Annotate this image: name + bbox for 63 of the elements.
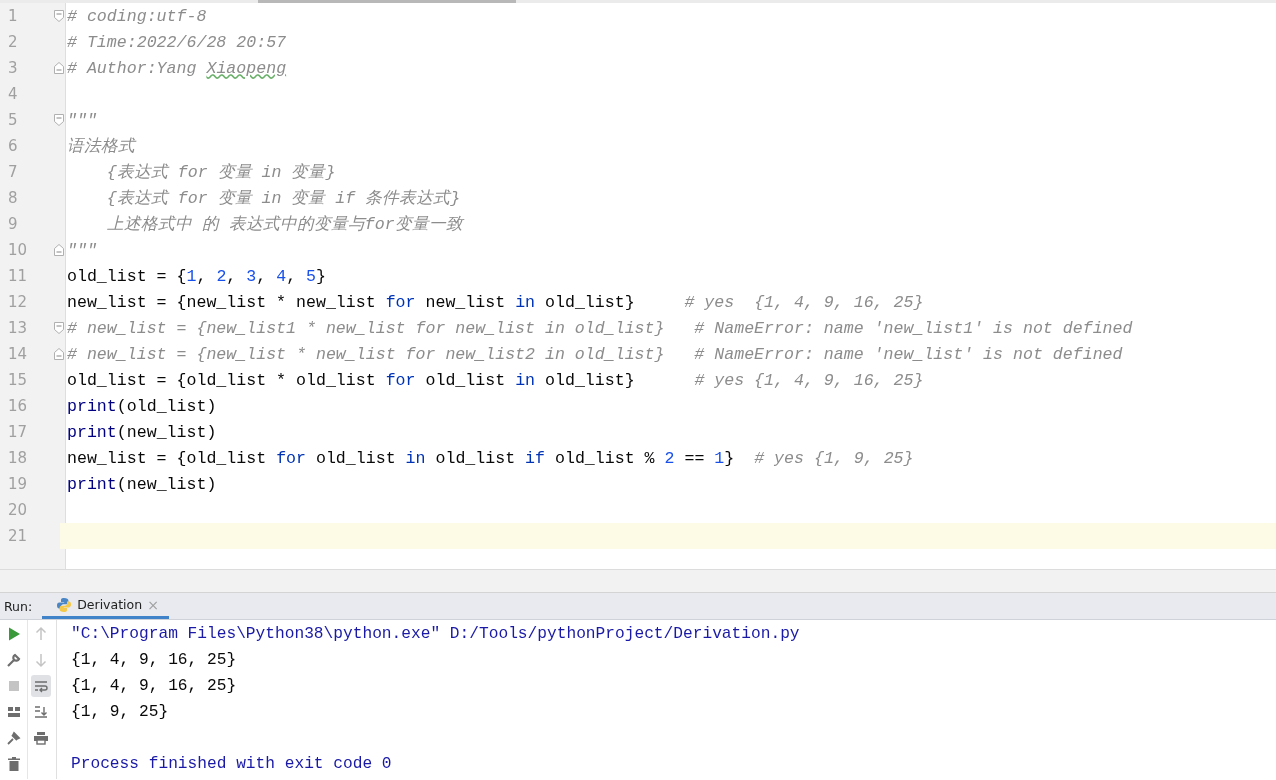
line-number: 14 <box>7 345 29 363</box>
pin-icon <box>5 730 22 746</box>
line-number: 9 <box>7 215 19 233</box>
console-line: {1, 4, 9, 16, 25} <box>71 650 238 671</box>
console-line: {1, 4, 9, 16, 25} <box>71 676 238 697</box>
printer-icon <box>33 730 49 746</box>
line-number: 4 <box>7 85 19 103</box>
wrench-icon <box>5 652 22 668</box>
line-number: 18 <box>7 449 29 467</box>
line-number: 12 <box>7 293 29 311</box>
code-line: {表达式 for 变量 in 变量 if 条件表达式} <box>105 188 461 209</box>
line-number: 15 <box>7 371 29 389</box>
line-number: 10 <box>7 241 29 259</box>
code-line: print(new_list) <box>67 474 217 494</box>
code-line: new_list = {new_list * new_list for new_list in old_list} # yes {1, 4, 9, 16, 25} <box>67 292 924 312</box>
line-number: 17 <box>7 423 29 441</box>
line-number: 2 <box>7 33 19 51</box>
line-number: 6 <box>7 137 19 155</box>
line-number: 3 <box>7 59 19 77</box>
code-line: # new_list = {new_list1 * new_list for new_list in old_list} # NameError: name 'new_list1' is not defined <box>67 318 1133 338</box>
code-line: new_list = {old_list for old_list in old_list if old_list % 2 == 1} # yes {1, 9, 25} <box>67 448 914 468</box>
console-line: {1, 9, 25} <box>71 702 170 723</box>
console-line: Process finished with exit code 0 <box>71 754 393 775</box>
run-tab[interactable]: Derivation × <box>42 593 169 619</box>
line-number: 19 <box>7 475 29 493</box>
line-number: 20 <box>7 501 29 519</box>
line-number: 11 <box>7 267 29 285</box>
fold-icon[interactable] <box>54 244 64 256</box>
code-line: {表达式 for 变量 in 变量} <box>105 162 336 183</box>
line-number: 16 <box>7 397 29 415</box>
code-line: 语法格式 <box>67 136 135 157</box>
code-line: """ <box>67 110 97 130</box>
line-number: 8 <box>7 189 19 207</box>
fold-icon[interactable] <box>54 62 64 74</box>
code-line: # Author:Yang Xiaopeng <box>67 58 287 78</box>
line-number: 5 <box>7 111 19 129</box>
console-line: "C:\Program Files\Python38\python.exe" D:/Tools/pythonProject/Derivation.py <box>71 624 800 645</box>
code-line: # Time:2022/6/28 20:57 <box>67 32 287 52</box>
run-label: Run: <box>3 597 34 616</box>
python-icon <box>56 596 73 613</box>
fold-icon[interactable] <box>54 348 64 360</box>
scroll-to-end-icon <box>33 704 49 720</box>
layout-icon <box>5 704 22 720</box>
code-line: print(new_list) <box>67 422 217 442</box>
line-number: 13 <box>7 319 29 337</box>
code-line: old_list = {old_list * old_list for old_list in old_list} # yes {1, 4, 9, 16, 25} <box>67 370 924 390</box>
fold-icon[interactable] <box>54 322 64 334</box>
code-line: """ <box>67 240 97 260</box>
soft-wrap-button[interactable] <box>31 675 51 697</box>
code-line: print(old_list) <box>67 396 217 416</box>
fold-icon[interactable] <box>54 114 64 126</box>
code-line: old_list = {1, 2, 3, 4, 5} <box>67 266 326 286</box>
down-arrow-icon <box>33 652 49 668</box>
line-number: 7 <box>7 163 19 181</box>
fold-icon[interactable] <box>54 10 64 22</box>
trash-icon <box>5 756 22 772</box>
line-number: 21 <box>7 527 29 545</box>
soft-wrap-icon <box>33 678 49 694</box>
line-number: 1 <box>7 7 19 25</box>
code-line: # coding:utf-8 <box>67 6 207 26</box>
up-arrow-icon <box>33 626 49 642</box>
code-line: # new_list = {new_list * new_list for new_list2 in old_list} # NameError: name 'new_list' is not defined <box>67 344 1123 364</box>
code-line: 上述格式中 的 表达式中的变量与for变量一致 <box>105 214 463 235</box>
